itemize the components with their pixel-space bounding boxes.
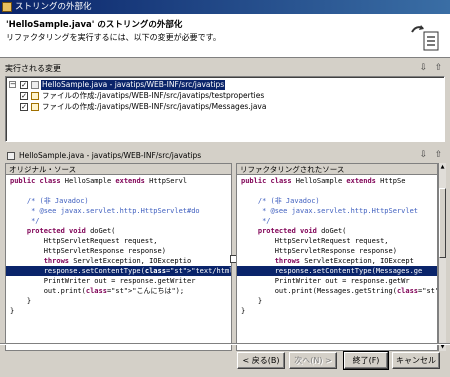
- create-file-icon: [31, 103, 39, 111]
- finish-button[interactable]: 終了(F): [343, 351, 389, 370]
- right-code-line: }: [241, 297, 263, 305]
- original-source-label: オリジナル・ソース: [6, 164, 231, 175]
- wizard-title: 'HelloSample.java' のストリングの外部化: [6, 20, 183, 30]
- left-code-line: PrintWriter out = response.getWriter: [10, 277, 196, 285]
- next-change-icon[interactable]: ⇩: [418, 63, 429, 74]
- right-code-line: public class HelloSample extends HttpSe: [241, 177, 406, 185]
- right-code-line: throws ServletException, IOExcept: [274, 257, 414, 265]
- changes-section-header: 実行される変更 ⇩ ⇧: [5, 63, 445, 75]
- left-code-line: public class HelloSample extends HttpSer…: [10, 177, 188, 185]
- back-button[interactable]: < 戻る(B): [237, 352, 285, 369]
- window-icon: [2, 2, 12, 12]
- refactored-source-label: リファクタリングされたソース: [237, 164, 437, 175]
- right-code-line: response.setContentType(Messages.ge: [237, 266, 437, 276]
- left-code-line: */: [10, 217, 40, 225]
- changes-tree[interactable]: − ✓ HelloSample.java - javatips/WEB-INF/…: [5, 76, 445, 142]
- changes-label: 実行される変更: [5, 64, 61, 73]
- tree-item-label: ファイルの作成:/javatips/WEB-INF/src/javatips/t…: [42, 91, 265, 100]
- compare-header: HelloSample.java - javatips/WEB-INF/src/…: [5, 150, 445, 162]
- left-code-line: [6, 186, 231, 196]
- original-source-pane[interactable]: オリジナル・ソース public class HelloSample exten…: [5, 163, 232, 351]
- cancel-button[interactable]: キャンセル: [392, 352, 440, 369]
- root-checkbox[interactable]: ✓: [20, 81, 28, 89]
- left-code-line: }: [10, 307, 15, 315]
- tree-item-label: ファイルの作成:/javatips/WEB-INF/src/javatips/M…: [42, 102, 267, 111]
- wizard-header: 'HelloSample.java' のストリングの外部化 リファクタリングを実…: [0, 14, 450, 58]
- left-code-line: protected void doGet(: [26, 227, 116, 235]
- right-code-line: out.print(Messages.getString(class="st">…: [241, 287, 437, 295]
- previous-change-icon[interactable]: ⇧: [433, 63, 444, 74]
- left-code-line: out.print(class="st">"こんにちは");: [10, 287, 185, 295]
- compare-title: HelloSample.java - javatips/WEB-INF/src/…: [19, 151, 202, 160]
- next-difference-icon[interactable]: ⇩: [418, 150, 429, 161]
- right-code-line: HttpServletRequest request,: [241, 237, 389, 245]
- tree-item-label: HelloSample.java - javatips/WEB-INF/src/…: [41, 80, 226, 90]
- left-code-line: HttpServletRequest request,: [10, 237, 158, 245]
- right-code-line: * @see javax.servlet.http.HttpServlet: [241, 207, 419, 215]
- refactor-wizard-icon: [411, 25, 439, 51]
- right-code-line: PrintWriter out = response.getWr: [241, 277, 410, 285]
- java-file-icon: [31, 81, 39, 89]
- child-checkbox[interactable]: ✓: [20, 103, 28, 111]
- right-code-line: HttpServletResponse response): [241, 247, 397, 255]
- wizard-description: リファクタリングを実行するには、以下の変更が必要です。: [6, 33, 221, 42]
- left-code-line: response.setContentType(class="st">"text…: [6, 266, 231, 276]
- window-title: ストリングの外部化: [15, 2, 92, 12]
- tree-item-root[interactable]: − ✓ HelloSample.java - javatips/WEB-INF/…: [9, 80, 439, 90]
- right-code-line: */: [241, 217, 271, 225]
- collapse-icon[interactable]: −: [9, 81, 16, 88]
- left-code-line: }: [10, 297, 32, 305]
- scroll-thumb[interactable]: [439, 188, 446, 258]
- next-button[interactable]: 次へ(N) >: [289, 352, 337, 369]
- scroll-up-icon[interactable]: ▲: [439, 163, 446, 171]
- child-checkbox[interactable]: ✓: [20, 92, 28, 100]
- tree-item-child[interactable]: ✓ ファイルの作成:/javatips/WEB-INF/src/javatips…: [9, 102, 439, 112]
- java-file-icon: [7, 152, 15, 160]
- refactored-source-pane[interactable]: リファクタリングされたソース public class HelloSample …: [236, 163, 438, 351]
- right-code-line: [237, 186, 437, 196]
- tree-item-child[interactable]: ✓ ファイルの作成:/javatips/WEB-INF/src/javatips…: [9, 91, 439, 101]
- right-code-line: }: [241, 307, 246, 315]
- left-code-line: HttpServletResponse response): [10, 247, 166, 255]
- create-file-icon: [31, 92, 39, 100]
- left-code-line: * @see javax.servlet.http.HttpServlet#do: [10, 207, 200, 215]
- right-code-line: /* (非 Javadoc): [241, 197, 320, 205]
- previous-difference-icon[interactable]: ⇧: [433, 150, 444, 161]
- title-bar: ストリングの外部化: [0, 0, 450, 14]
- vertical-scrollbar[interactable]: ▲ ▼: [438, 163, 446, 351]
- left-code-line: /* (非 Javadoc): [10, 197, 89, 205]
- left-code-line: throws ServletException, IOExceptio: [43, 257, 192, 265]
- button-separator: [0, 343, 450, 345]
- right-code-line: protected void doGet(: [257, 227, 347, 235]
